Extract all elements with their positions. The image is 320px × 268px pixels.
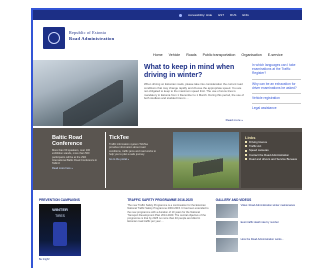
road-shape xyxy=(63,80,123,126)
nav-public-transportation[interactable]: Public transportation xyxy=(203,53,236,57)
bullet-icon xyxy=(245,153,247,156)
gallery-item-label: Eesti traffic death rate by number xyxy=(240,221,279,224)
divider xyxy=(252,103,301,105)
sidebar-link-vehicle-registration[interactable]: Vehicle registration xyxy=(252,96,301,100)
video-thumbnail xyxy=(215,204,238,218)
bullet-icon xyxy=(245,157,247,160)
gallery-item[interactable]: Video: Road Administration winter mainte… xyxy=(215,204,298,218)
bullet-icon xyxy=(245,149,247,152)
video-thumbnail xyxy=(215,238,238,252)
divider xyxy=(252,93,301,95)
poster-headline: WINTER xyxy=(52,207,68,212)
bullet-icon xyxy=(245,141,247,144)
nav-e-service[interactable]: E-service xyxy=(268,53,283,57)
site-header: Republic of Estonia Road Administration … xyxy=(33,20,302,60)
poster-subline: TIRES xyxy=(55,214,65,218)
seal-icon xyxy=(48,32,60,44)
sidebar-link-languages[interactable]: In which languages can I take examinatio… xyxy=(252,63,301,76)
ticktee-card[interactable]: TickTee Traffic information system TickT… xyxy=(105,132,161,188)
baltic-title[interactable]: Baltic Road Conference xyxy=(52,135,98,147)
reflector-icon xyxy=(53,222,67,246)
nav-organisation[interactable]: Organisation xyxy=(241,53,261,57)
gallery-title[interactable]: GALLERY AND VIDEOS xyxy=(216,198,298,202)
top-utility-bar: Accessibility: Hide EST RUS ENG xyxy=(33,10,302,20)
nav-vehicle[interactable]: Vehicle xyxy=(169,53,181,57)
links-panel: Links Driving licence Traffic Act Speed … xyxy=(241,132,302,188)
ticktee-title[interactable]: TickTee xyxy=(109,135,158,141)
gallery-item-label: Video: Road Administration winter mainte… xyxy=(240,204,296,207)
baltic-read-more-link[interactable]: Read more here » xyxy=(52,167,98,170)
gallery-item-label: How the Road Administration works... xyxy=(240,238,284,241)
links-item-label: Road and drivers and Service Bureaus xyxy=(249,156,298,161)
divider xyxy=(252,78,301,80)
gallery-item[interactable]: Eesti traffic death rate by number xyxy=(215,221,298,235)
org-name-line2: Road Administration xyxy=(69,36,115,41)
bottom-columns: PREVENTION CAMPAIGNS WINTER TIRES Be bri… xyxy=(33,198,302,268)
ticktee-portal-link[interactable]: Go to the portal » xyxy=(109,158,158,161)
video-thumbnail xyxy=(215,221,238,235)
gallery-item[interactable]: How the Road Administration works... xyxy=(215,238,298,252)
main-nav: Home Vehicle Roads Public transportation… xyxy=(153,50,302,59)
browser-frame: Accessibility: Hide EST RUS ENG Republic… xyxy=(31,8,302,268)
accessibility-icon[interactable] xyxy=(179,13,182,17)
bullet-icon xyxy=(245,145,247,148)
sidebar-link-legal-assistance[interactable]: Legal assistance xyxy=(252,106,301,110)
hero-title[interactable]: What to keep in mind when driving in win… xyxy=(144,64,244,80)
traffic-safety-column: TRAFFIC SAFETY PROGRAMME 2016-2025 The n… xyxy=(127,198,209,268)
nav-roads[interactable]: Roads xyxy=(186,53,196,57)
org-name-line1: Republic of Estonia xyxy=(69,30,107,35)
traffic-safety-body: The new Traffic Safety Programme is a co… xyxy=(127,204,209,224)
traffic-safety-title[interactable]: TRAFFIC SAFETY PROGRAMME 2016-2025 xyxy=(127,198,209,202)
nav-home[interactable]: Home xyxy=(153,53,163,57)
hero-winter-road-image xyxy=(33,60,138,126)
hero-body: When driving on Estonian roads, please t… xyxy=(144,82,244,101)
coat-of-arms-logo[interactable] xyxy=(43,27,65,49)
lang-est[interactable]: EST xyxy=(218,13,224,17)
sidebar-link-exhaustion[interactable]: Why can be an exhaustion for driver exam… xyxy=(252,82,301,90)
lang-rus[interactable]: RUS xyxy=(230,13,236,17)
accessibility-link[interactable]: Accessibility: Hide xyxy=(188,13,212,17)
links-item-service-bureaus[interactable]: Road and drivers and Service Bureaus xyxy=(245,157,300,161)
baltic-body: More than 60 speakers, over 100 exhibiti… xyxy=(52,149,98,166)
prevention-campaigns-title[interactable]: PREVENTION CAMPAIGNS xyxy=(39,198,121,202)
ticktee-body: Traffic information system TickTee provi… xyxy=(109,143,156,156)
prevention-campaigns-column: PREVENTION CAMPAIGNS WINTER TIRES Be bri… xyxy=(39,198,121,268)
hero-article: What to keep in mind when driving in win… xyxy=(139,60,249,126)
campaign-poster-image[interactable]: WINTER TIRES xyxy=(39,204,81,256)
baltic-conference-card[interactable]: Baltic Road Conference More than 60 spea… xyxy=(49,132,101,188)
poster-caption[interactable]: Be bright! xyxy=(39,258,121,261)
road-landscape-image xyxy=(173,132,239,188)
gallery-column: GALLERY AND VIDEOS Video: Road Administr… xyxy=(215,198,298,268)
road-shape xyxy=(193,156,223,188)
hero-read-more-link[interactable]: Read more » xyxy=(226,118,243,122)
lang-eng[interactable]: ENG xyxy=(242,13,249,17)
